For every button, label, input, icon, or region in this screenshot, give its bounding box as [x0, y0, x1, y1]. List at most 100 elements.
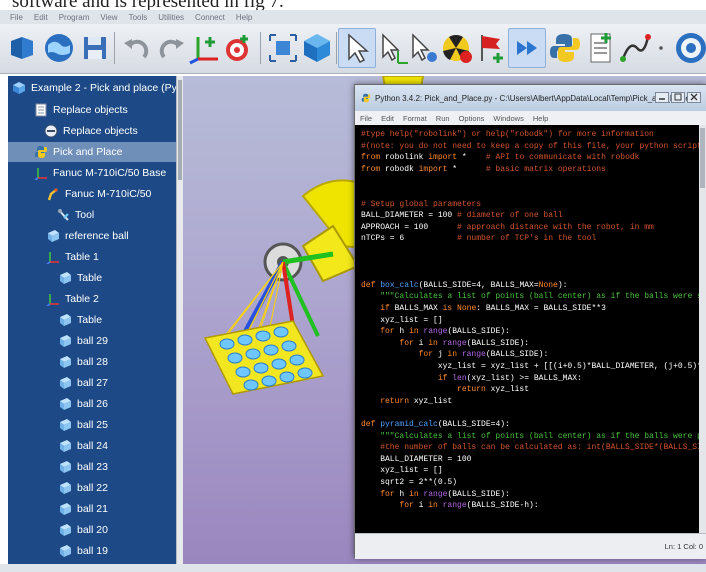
tree-item-ball[interactable]: ball 23 [58, 457, 108, 477]
code-token: """Calculates a list of points (ball cen… [361, 292, 699, 302]
code-token: (BALLS_SIDE): [485, 350, 549, 360]
code-token: def [361, 420, 376, 429]
add-program-instruction-button[interactable] [582, 28, 620, 68]
tree-item-reference-ball[interactable]: reference ball [46, 226, 129, 246]
menu-view[interactable]: View [100, 13, 117, 22]
tree-item-label: reference ball [65, 230, 129, 242]
tree-item-ball[interactable]: ball 24 [58, 436, 108, 456]
menu-program[interactable]: Program [59, 13, 90, 22]
code-token: h [394, 489, 410, 499]
menu-edit[interactable]: Edit [34, 13, 48, 22]
robodk-logo-button[interactable] [672, 28, 706, 68]
add-reference-frame-button[interactable] [186, 28, 224, 68]
robodk-logo-icon [676, 33, 706, 63]
python-button[interactable] [546, 28, 584, 68]
code-line: for h in range(BALLS_SIDE): [361, 326, 510, 337]
add-target-button[interactable] [220, 28, 258, 68]
reference-frame-icon [46, 294, 59, 306]
code-token: * [457, 153, 486, 163]
code-token: in [428, 501, 438, 511]
tree-item-ball[interactable]: ball 20 [58, 520, 108, 540]
tree-item-replace-objects-doc[interactable]: Replace objects [34, 100, 128, 120]
move-tcp-button[interactable] [404, 28, 442, 68]
code-line: from robolink import * # API to communic… [361, 152, 639, 163]
code-token: xyz_list = [] [361, 466, 443, 476]
tree-item-replace-objects-prog[interactable]: Replace objects [44, 121, 138, 141]
maximize-button[interactable] [671, 92, 685, 103]
py-menu-windows[interactable]: Windows [493, 114, 523, 123]
add-reference-frame-icon [189, 37, 218, 65]
py-menu-format[interactable]: Format [403, 114, 427, 123]
tree-item-ball[interactable]: ball 21 [58, 499, 108, 519]
tree-item-table[interactable]: Table [58, 310, 102, 330]
tree-item-ball[interactable]: ball 27 [58, 373, 108, 393]
fit-all-icon [269, 34, 297, 62]
menu-utilities[interactable]: Utilities [158, 13, 184, 22]
py-menu-options[interactable]: Options [459, 114, 485, 123]
minimize-button[interactable] [655, 92, 669, 103]
code-editor[interactable]: #type help("robolink") or help("robodk")… [355, 125, 699, 533]
tree-item-ball[interactable]: ball 29 [58, 331, 108, 351]
code-token: if [361, 373, 448, 383]
tree-item-ball[interactable]: ball 26 [58, 394, 108, 414]
menu-tools[interactable]: Tools [129, 13, 148, 22]
tree-item-ball[interactable]: ball 19 [58, 541, 108, 561]
code-token: (BALLS_SIDE=4): [437, 420, 510, 429]
code-scrollbar[interactable] [699, 125, 706, 533]
open-station-button[interactable] [6, 28, 44, 68]
menu-help[interactable]: Help [236, 13, 252, 22]
select-button[interactable] [338, 28, 376, 68]
tree-item-table-2[interactable]: Table 2 [46, 289, 99, 309]
py-menu-help[interactable]: Help [533, 114, 548, 123]
code-token: # number of TCP's in the tool [457, 234, 597, 244]
code-line: """Calculates a list of points (ball cen… [361, 431, 699, 442]
code-token: import [418, 164, 448, 174]
menu-file[interactable]: File [10, 13, 23, 22]
tree-item-pick-and-place[interactable]: Pick and Place [8, 142, 176, 162]
tree-item-table[interactable]: Table [58, 268, 102, 288]
code-line: #(note: you do not need to keep a copy o… [361, 141, 699, 152]
code-token: i [413, 501, 429, 511]
code-token: (xyz_list) >= BALLS_MAX: [466, 373, 582, 383]
py-menu-edit[interactable]: Edit [381, 114, 394, 123]
collision-check-icon [443, 34, 472, 63]
tree-item-tool[interactable]: Tool [56, 205, 94, 225]
fast-simulation-button[interactable] [508, 28, 546, 68]
menu-connect[interactable]: Connect [195, 13, 225, 22]
tree-item-label: Table [77, 272, 103, 284]
py-menu-run[interactable]: Run [436, 114, 450, 123]
code-token: range [457, 350, 486, 360]
collision-check-button[interactable] [438, 28, 476, 68]
add-program-button[interactable] [472, 28, 510, 68]
tree-item-ball[interactable]: ball 25 [58, 415, 108, 435]
add-path-icon [620, 34, 651, 62]
code-line: xyz_list = xyz_list + [[(i+0.5)*BALL_DIA… [361, 361, 699, 372]
tree-item-ball[interactable]: ball 22 [58, 478, 108, 498]
tree-scrollbar-thumb[interactable] [178, 80, 182, 180]
python-window-titlebar[interactable]: Python 3.4.2: Pick_and_Place.py - C:\Use… [355, 85, 706, 111]
object-icon [60, 461, 71, 473]
code-scrollbar-thumb[interactable] [700, 128, 705, 188]
tree-item-robot-base[interactable]: Fanuc M-710iC/50 Base [34, 163, 166, 183]
tree-item-station[interactable]: Example 2 - Pick and place (Pyt... [12, 78, 176, 98]
tree-item-ball[interactable]: ball 28 [58, 352, 108, 372]
web-library-button[interactable] [40, 28, 78, 68]
save-button[interactable] [76, 28, 114, 68]
view-3d-button[interactable] [298, 28, 336, 68]
code-line: def pyramid_calc(BALLS_SIDE=4): [361, 419, 510, 430]
more-tools-button[interactable] [652, 28, 670, 68]
redo-button[interactable] [152, 28, 190, 68]
tree-item-table-1[interactable]: Table 1 [46, 247, 99, 267]
py-menu-file[interactable]: File [360, 114, 372, 123]
undo-button[interactable] [118, 28, 156, 68]
fast-simulation-icon [517, 41, 537, 55]
close-button[interactable] [687, 92, 701, 103]
fit-all-button[interactable] [264, 28, 302, 68]
tree-scrollbar[interactable] [176, 76, 183, 564]
add-path-button[interactable] [616, 28, 654, 68]
tree-item-label: Fanuc M-710iC/50 [65, 188, 152, 200]
main-toolbar [0, 24, 706, 74]
tree-item-robot[interactable]: Fanuc M-710iC/50 [46, 184, 151, 204]
close-icon [690, 93, 698, 101]
tree-item-label: Table 1 [65, 251, 99, 263]
